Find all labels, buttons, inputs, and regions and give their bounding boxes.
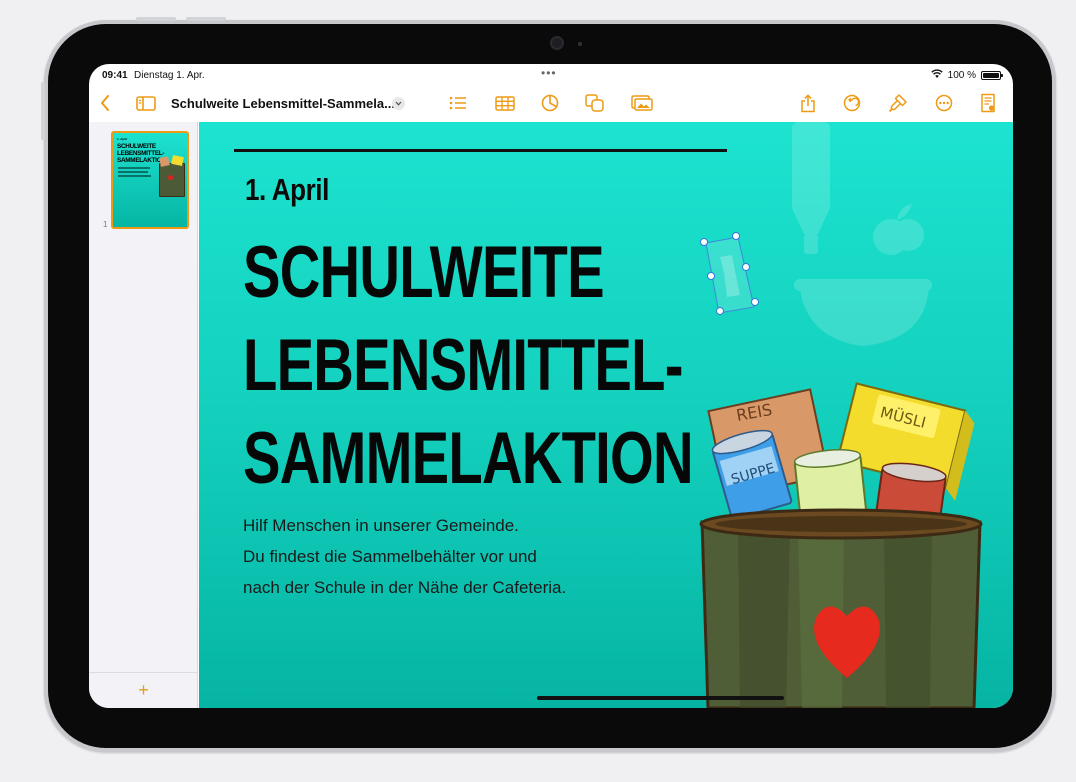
home-indicator[interactable] (537, 696, 784, 700)
screen: 09:41 Dienstag 1. Apr. ••• 100 % Schulwe… (89, 64, 1013, 708)
status-time: 09:41 (102, 70, 128, 81)
add-page-button[interactable]: + (89, 672, 198, 708)
food-bin-illustration[interactable]: REIS MÜSLI SUPPE (694, 372, 994, 708)
back-chevron-icon[interactable] (95, 92, 115, 114)
headline-line-3: SAMMELAKTION (243, 418, 694, 499)
format-brush-icon[interactable] (887, 92, 909, 114)
resize-handle[interactable] (716, 307, 724, 315)
headline-line-2: LEBENSMITTEL- (243, 325, 683, 406)
page-number: 1 (103, 220, 108, 229)
body-line-2: Du findest die Sammelbehälter vor und (243, 547, 537, 566)
volume-button (136, 17, 176, 21)
page-thumbnail-sidebar: 1. April SCHULWEITE LEBENSMITTEL- SAMMEL… (89, 122, 198, 708)
camera-sensor (578, 42, 582, 46)
media-icon[interactable] (629, 92, 655, 114)
wifi-icon (930, 69, 943, 81)
shapes-icon[interactable] (583, 92, 607, 114)
top-rule-line (234, 149, 727, 152)
body-line-3: nach der Schule in der Nähe der Cafeteri… (243, 578, 567, 597)
thumb-bin (159, 163, 185, 197)
battery-percent: 100 % (947, 69, 976, 81)
document-title[interactable]: Schulweite Lebensmittel-Sammela... (171, 96, 395, 111)
toolbar: Schulweite Lebensmittel-Sammela... (89, 84, 1013, 122)
resize-handle[interactable] (700, 238, 708, 246)
battery-icon (981, 70, 1003, 80)
body-line-1: Hilf Menschen in unserer Gemeinde. (243, 516, 519, 535)
document-setup-icon[interactable] (977, 92, 999, 114)
top-button (41, 82, 45, 140)
thumb-headline: SCHULWEITE LEBENSMITTEL- SAMMELAKTION (117, 143, 166, 164)
status-right: 100 % (930, 69, 1003, 81)
body-text-box[interactable]: Hilf Menschen in unserer Gemeinde. Du fi… (243, 510, 566, 603)
thumb-date: 1. April (117, 137, 128, 141)
front-camera (550, 36, 564, 50)
background-decoration (792, 122, 932, 346)
status-date: Dienstag 1. Apr. (134, 70, 205, 81)
resize-handle[interactable] (732, 232, 740, 240)
event-date[interactable]: 1. April (245, 172, 329, 208)
document-canvas[interactable]: 1. April SCHULWEITE LEBENSMITTEL- SAMMEL… (199, 122, 1013, 708)
resize-handle[interactable] (742, 263, 750, 271)
sidebar-toggle-icon[interactable] (135, 92, 157, 114)
multitasking-dots-icon[interactable]: ••• (541, 66, 557, 80)
table-icon[interactable] (493, 92, 517, 114)
selected-object[interactable] (700, 232, 759, 315)
headline-line-1: SCHULWEITE (243, 232, 605, 313)
status-bar: 09:41 Dienstag 1. Apr. ••• 100 % (89, 64, 1013, 84)
chart-icon[interactable] (539, 92, 561, 114)
resize-handle[interactable] (707, 272, 715, 280)
share-icon[interactable] (797, 92, 819, 114)
more-icon[interactable] (933, 92, 955, 114)
list-format-icon[interactable] (447, 92, 469, 114)
resize-handle[interactable] (751, 298, 759, 306)
title-menu-chevron-icon[interactable] (392, 97, 405, 110)
headline-text-box[interactable]: SCHULWEITE LEBENSMITTEL- SAMMELAKTION (243, 226, 694, 505)
undo-icon[interactable] (841, 92, 863, 114)
page-thumbnail[interactable]: 1. April SCHULWEITE LEBENSMITTEL- SAMMEL… (111, 131, 189, 229)
volume-button-2 (186, 17, 226, 21)
